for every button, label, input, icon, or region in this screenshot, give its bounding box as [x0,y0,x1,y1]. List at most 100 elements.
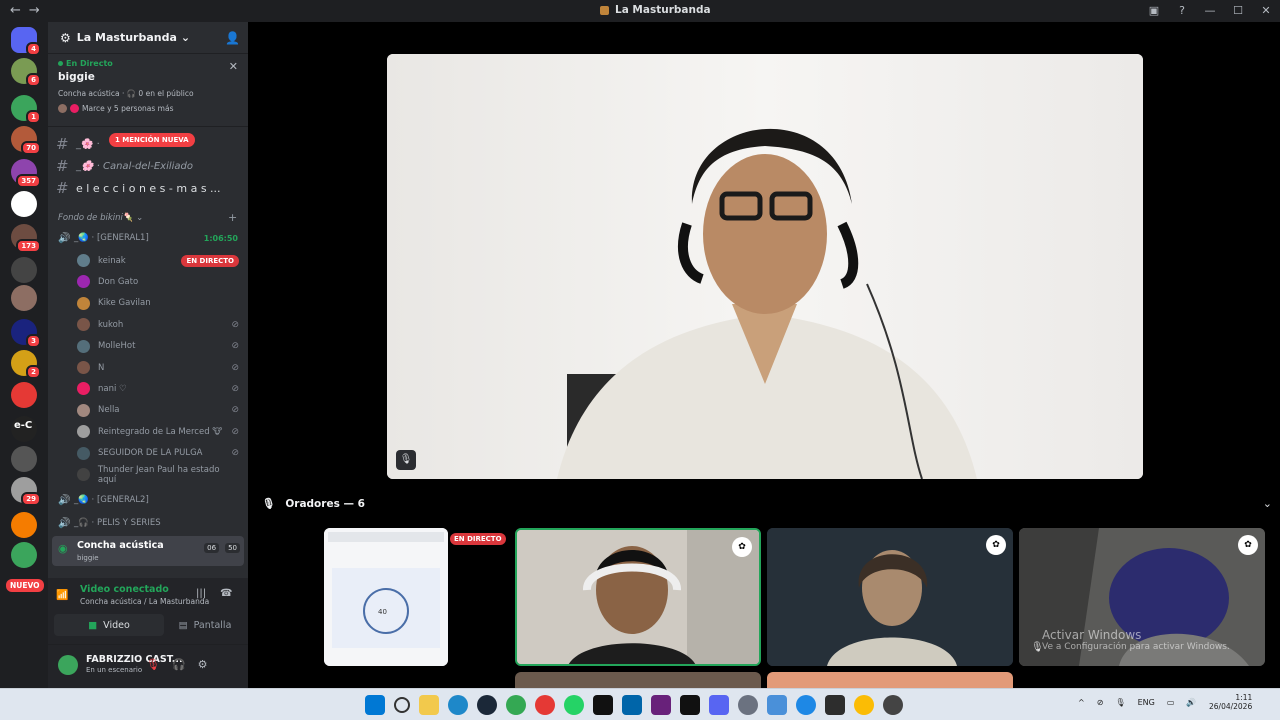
avatar[interactable] [58,655,78,675]
voice-user[interactable]: N ⊘ [77,358,239,377]
server-icon[interactable] [11,285,37,311]
windows-start-icon[interactable] [365,695,385,715]
microphone-icon: 🎙 [262,498,276,510]
server-icon[interactable]: 4 [11,27,41,56]
file-explorer-icon[interactable] [419,695,439,715]
speakers-header[interactable]: 🎙 Oradores — 6 [262,497,365,511]
steam-icon[interactable] [477,695,497,715]
server-icon[interactable]: 3 [11,319,41,348]
voice-user[interactable]: Don Gato [77,272,239,291]
chevron-down-icon[interactable]: ⌄ [1263,497,1272,510]
maximize-button[interactable]: ☐ [1224,0,1252,22]
server-icon[interactable]: 1 [11,95,41,124]
voice-user[interactable]: Reintegrado de La Merced 🐮 ⊘ [77,422,239,441]
voice-user[interactable]: Kike Gavilan [77,294,239,313]
settings-icon[interactable] [738,695,758,715]
speaker-tile[interactable] [767,672,1013,688]
disconnect-icon[interactable]: ☎ [220,588,232,599]
server-icon[interactable]: 173 [11,224,41,253]
network-icon[interactable]: ⊘ [1097,698,1104,707]
stage-channel-selected[interactable]: ◉ Concha acústica biggie 06 50 [52,536,244,566]
mention-badge[interactable]: 1 MENCIÓN NUEVA [109,133,195,147]
opera-icon[interactable] [535,695,555,715]
clock[interactable]: 1:11 26/04/2026 [1209,693,1252,711]
display-icon[interactable]: ▭ [1167,698,1175,707]
live-stage-card[interactable]: En Directo biggie Concha acústica · 🎧 0 … [48,55,248,127]
server-icon[interactable] [11,382,37,408]
help-icon[interactable]: ? [1168,0,1196,22]
chrome-icon[interactable] [506,695,526,715]
stage-area: 🎙 🎙 Oradores — 6 ⌄ 40 EN DIRECTO ✿ ✿ ✿ 🎙 [248,22,1280,688]
voice-user[interactable]: kukoh ⊘ [77,315,239,334]
channel-item[interactable]: # _🌸 · Canal-del-Exiliado [56,156,242,176]
channel-item[interactable]: # e l e c c i o n e s - m a s ... [56,178,242,198]
terminal-icon[interactable] [825,695,845,715]
voice-channel[interactable]: 🔊 _🎧 · PELIS Y SERIES [58,514,240,532]
voice-user[interactable]: keinak EN DIRECTO [77,251,239,270]
chevron-up-icon[interactable]: ^ [1078,698,1085,707]
speaker-tile[interactable] [515,672,761,688]
speaker-tile[interactable]: ✿ [767,528,1013,666]
close-window-button[interactable]: ✕ [1252,0,1280,22]
category-header[interactable]: Fondo de bikini🍡 ⌄ + [58,211,237,224]
server-icon[interactable]: 357 [11,159,41,188]
back-icon[interactable]: ← [10,3,29,18]
voice-user[interactable]: nani ♡ ⊘ [77,379,239,398]
server-icon[interactable] [11,542,37,568]
vscode-icon[interactable] [622,695,642,715]
mute-mic-icon[interactable]: 🎙 [146,658,160,671]
add-member-icon[interactable]: 👤 [225,31,240,45]
app-icon[interactable] [883,695,903,715]
volume-icon[interactable]: 🔊 [1186,698,1196,707]
headphones-icon[interactable]: 🎧 [172,658,186,671]
messenger-icon[interactable] [796,695,816,715]
server-icon[interactable] [11,512,37,538]
speaker-tile[interactable]: ✿ [515,528,761,666]
pin-icon[interactable]: ✿ [986,535,1006,555]
voice-channel[interactable]: 🔊 _🌏 · [GENERAL2] [58,491,240,509]
voice-user[interactable]: Thunder Jean Paul ha estado aquí [77,465,239,485]
main-video[interactable]: 🎙 [387,54,1143,479]
pin-icon[interactable]: ✿ [1238,535,1258,555]
chrome-icon[interactable] [854,695,874,715]
speaker-tile-screen[interactable]: 40 [324,528,448,666]
mute-mic-icon[interactable]: 🎙 [396,450,416,470]
pin-icon[interactable]: ✿ [732,537,752,557]
jetbrains-icon[interactable] [593,695,613,715]
edge-icon[interactable] [448,695,468,715]
tiktok-icon[interactable] [680,695,700,715]
minimize-button[interactable]: — [1196,0,1224,22]
server-icon[interactable]: 2 [11,350,41,379]
close-icon[interactable]: ✕ [229,60,238,73]
server-icon[interactable] [11,446,37,472]
forward-icon[interactable]: → [29,3,48,18]
server-icon[interactable] [11,257,37,283]
microphone-icon[interactable]: 🎙 [1115,698,1125,707]
unread-badge: 1 [26,110,41,124]
voice-channel[interactable]: 🔊 _🌏 · [GENERAL1] 1:06:50 [58,229,240,247]
server-icon[interactable]: 29 [11,477,41,506]
server-header[interactable]: ⚙ La Masturbanda ⌄ 👤 [48,22,248,54]
notepad-icon[interactable] [767,695,787,715]
server-icon[interactable]: 6 [11,58,41,87]
visual-studio-icon[interactable] [651,695,671,715]
screen-button[interactable]: ▤ Pantalla [170,614,240,636]
discord-icon[interactable] [709,695,729,715]
settings-icon[interactable]: ⚙ [198,658,208,671]
video-button[interactable]: ■ Video [54,614,164,636]
language-indicator[interactable]: ENG [1138,698,1155,707]
voice-user[interactable]: SEGUIDOR DE LA PULGA ⊘ [77,444,239,463]
add-channel-icon[interactable]: + [228,211,237,224]
noise-suppression-icon[interactable]: ||| [196,588,206,599]
server-icon[interactable] [11,191,37,217]
server-label[interactable]: e-C [14,420,32,431]
inbox-icon[interactable]: ▣ [1140,0,1168,22]
nav-arrows[interactable]: ←→ [10,3,48,18]
voice-user[interactable]: MolleHot ⊘ [77,337,239,356]
whatsapp-icon[interactable] [564,695,584,715]
voice-user[interactable]: Nella ⊘ [77,401,239,420]
server-icon[interactable]: 70 [11,126,41,155]
search-icon[interactable] [394,697,410,713]
muted-mic-icon: ⊘ [231,362,239,373]
unread-badge: 70 [21,141,41,155]
